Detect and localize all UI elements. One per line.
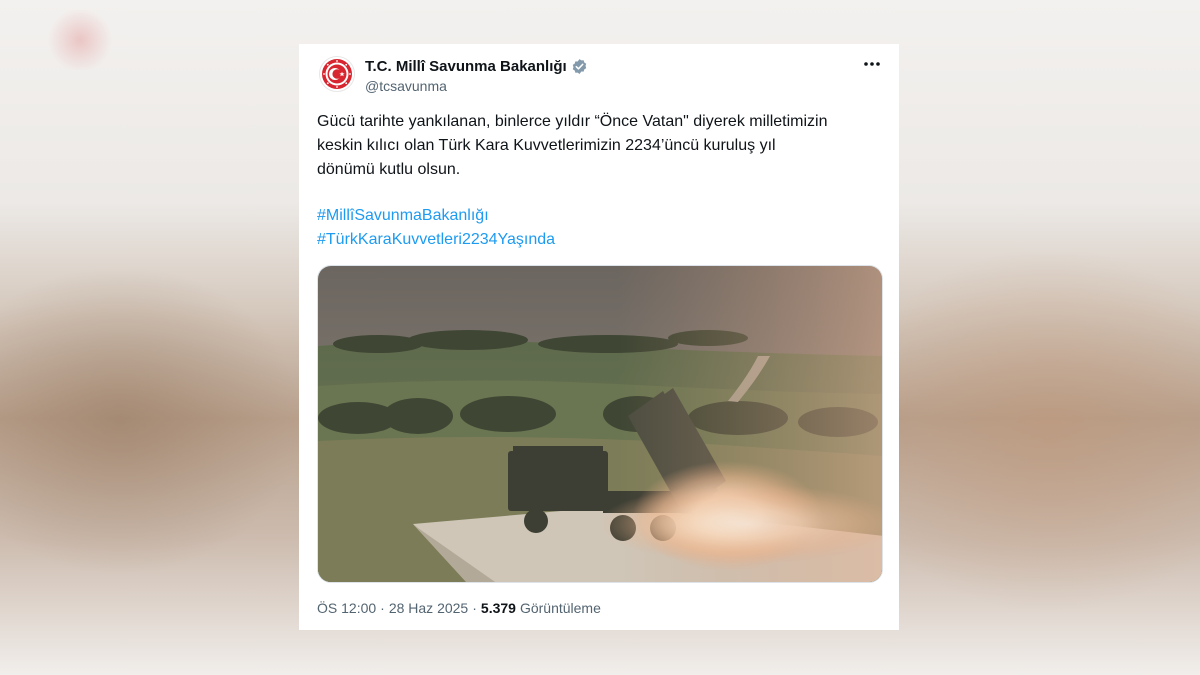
- hashtag-link[interactable]: #MillîSavunmaBakanlığı: [317, 204, 887, 228]
- author-handle[interactable]: @tcsavunma: [365, 78, 447, 94]
- rocket-launcher-photo: [318, 266, 882, 582]
- views-count: 5.379: [480, 600, 516, 616]
- tweet-text-line: dönümü kutlu olsun.: [317, 161, 461, 178]
- verified-badge-icon: [572, 58, 586, 74]
- tweet-card: T.C. Millî Savunma Bakanlığı @tcsavunma …: [299, 44, 899, 630]
- author-name[interactable]: T.C. Millî Savunma Bakanlığı: [365, 58, 567, 75]
- separator-dot: ·: [472, 600, 477, 616]
- author-row: T.C. Millî Savunma Bakanlığı: [365, 57, 588, 75]
- views-label: Görüntüleme: [519, 600, 601, 616]
- tweet-photo[interactable]: [317, 265, 883, 583]
- tweet-date[interactable]: 28 Haz 2025: [389, 600, 468, 616]
- more-options-button[interactable]: [861, 54, 883, 74]
- more-options-icon: [864, 62, 880, 66]
- hashtag-link[interactable]: #TürkKaraKuvvetleri2234Yaşında: [317, 228, 887, 252]
- tweet-text-line: Gücü tarihte yankılanan, binlerce yıldır…: [317, 113, 828, 130]
- crescent-star-emblem-icon: [322, 59, 352, 89]
- tweet-text: Gücü tarihte yankılanan, binlerce yıldır…: [317, 110, 887, 252]
- background-blur-blob: [45, 10, 115, 70]
- tweet-meta: ÖS 12:00 · 28 Haz 2025 · 5.379 Görüntüle…: [317, 600, 601, 616]
- tweet-time[interactable]: ÖS 12:00: [317, 600, 376, 616]
- separator-dot: ·: [380, 600, 385, 616]
- avatar[interactable]: [319, 56, 355, 92]
- tweet-text-line: keskin kılıcı olan Türk Kara Kuvvetlerim…: [317, 137, 776, 154]
